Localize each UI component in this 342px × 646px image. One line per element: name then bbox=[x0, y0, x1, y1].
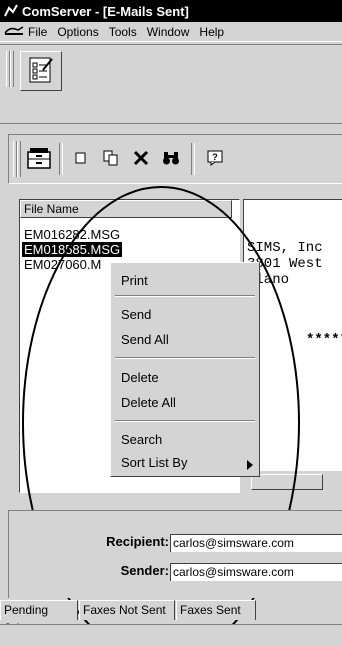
svg-text:?: ? bbox=[212, 152, 218, 162]
cabinet-icon bbox=[26, 146, 52, 173]
find-button[interactable] bbox=[157, 145, 185, 173]
copy-button[interactable] bbox=[97, 145, 125, 173]
preview-line: SIMS, Inc bbox=[247, 240, 323, 256]
delete-button[interactable] bbox=[127, 145, 155, 173]
message-toolbar: ? bbox=[8, 134, 342, 184]
menu-item-search[interactable]: Search bbox=[121, 432, 162, 447]
app-icon bbox=[4, 4, 18, 18]
column-header-file-name[interactable]: File Name bbox=[20, 200, 232, 218]
menu-window[interactable]: Window bbox=[147, 25, 190, 39]
context-menu: Print Send Send All Delete Delete All Se… bbox=[110, 262, 260, 477]
recipient-label: Recipient: bbox=[106, 534, 169, 549]
list-item[interactable]: EM027060.M bbox=[22, 257, 103, 272]
menu-bar: File Options Tools Window Help bbox=[0, 22, 342, 42]
menu-item-print[interactable]: Print bbox=[121, 273, 148, 288]
menu-separator bbox=[115, 420, 255, 422]
toolbar-grip[interactable] bbox=[10, 51, 14, 87]
new-document-icon bbox=[75, 152, 87, 167]
open-folder-button[interactable] bbox=[25, 145, 53, 173]
help-question-icon: ? bbox=[207, 150, 223, 169]
list-item-selected[interactable]: EM018585.MSG bbox=[22, 242, 123, 257]
menu-item-delete[interactable]: Delete bbox=[121, 370, 159, 385]
tab-faxes-not-sent[interactable]: Faxes Not Sent bbox=[79, 600, 175, 620]
menu-separator bbox=[115, 295, 255, 297]
menu-options[interactable]: Options bbox=[57, 25, 98, 39]
message-details-panel: Recipient: carlos@simsware.com Sender: c… bbox=[8, 510, 342, 598]
title-bar: ComServer - [E-Mails Sent] bbox=[0, 0, 342, 22]
menu-file-icon[interactable] bbox=[4, 24, 24, 39]
tab-faxes-sent[interactable]: Faxes Sent bbox=[176, 600, 256, 620]
checklist-icon bbox=[27, 56, 55, 87]
sender-field[interactable]: carlos@simsware.com bbox=[170, 563, 342, 581]
submenu-arrow-icon bbox=[247, 458, 253, 473]
toolbar-separator bbox=[191, 143, 195, 175]
menu-help[interactable]: Help bbox=[199, 25, 224, 39]
scrollbar-thumb[interactable] bbox=[251, 474, 323, 490]
menu-separator bbox=[115, 357, 255, 359]
sender-label: Sender: bbox=[120, 563, 169, 578]
menu-file[interactable]: File bbox=[28, 25, 47, 39]
jobs-checklist-button[interactable] bbox=[20, 51, 62, 91]
menu-item-send[interactable]: Send bbox=[121, 307, 151, 322]
toolbar-separator bbox=[59, 143, 63, 175]
menu-item-send-all[interactable]: Send All bbox=[121, 332, 169, 347]
status-bar bbox=[0, 624, 342, 646]
menu-tools[interactable]: Tools bbox=[109, 25, 137, 39]
new-button[interactable] bbox=[67, 145, 95, 173]
list-item[interactable]: EM016282.MSG bbox=[22, 227, 122, 242]
help-button[interactable]: ? bbox=[201, 145, 229, 173]
tab-pending-jobs[interactable]: Pending Jobs bbox=[0, 600, 78, 635]
delete-x-icon bbox=[133, 150, 149, 169]
preview-line: ****** bbox=[306, 332, 342, 348]
toolbar-grip[interactable] bbox=[17, 141, 21, 177]
menu-item-sort-list-by[interactable]: Sort List By bbox=[121, 455, 187, 470]
main-toolbar bbox=[0, 44, 342, 124]
binoculars-icon bbox=[162, 150, 180, 169]
recipient-field[interactable]: carlos@simsware.com bbox=[170, 534, 342, 552]
copy-icon bbox=[103, 150, 119, 169]
menu-item-delete-all[interactable]: Delete All bbox=[121, 395, 176, 410]
window-title: ComServer - [E-Mails Sent] bbox=[22, 3, 189, 19]
tab-bar: Pending Jobs Faxes Not Sent Faxes Sent bbox=[0, 600, 342, 635]
